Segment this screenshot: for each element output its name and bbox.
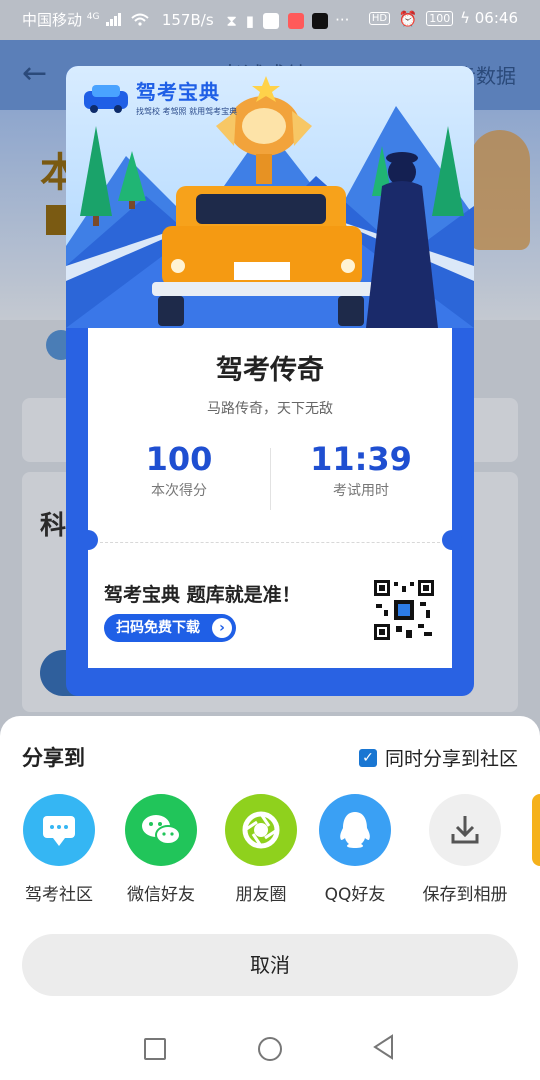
system-nav-bar bbox=[0, 1010, 540, 1080]
dashed-divider bbox=[100, 542, 440, 543]
battery-icon: 100 bbox=[426, 11, 454, 26]
score-label: 本次得分 bbox=[151, 483, 207, 499]
time-label: 考试用时 bbox=[333, 483, 389, 499]
brand-logo: 驾考宝典 找驾校 考驾照 就用驾考宝典 bbox=[82, 76, 237, 117]
result-panel: 驾考传奇 马路传奇，天下无敌 100 本次得分 11:39 考试用时 驾考宝典 … bbox=[88, 328, 452, 668]
share-target-community[interactable]: 驾考社区 bbox=[4, 794, 114, 905]
share-card: 驾考宝典 找驾校 考驾照 就用驾考宝典 驾考传奇 马路传奇，天下无敌 100 本… bbox=[66, 66, 474, 696]
share-target-partial[interactable] bbox=[532, 794, 540, 866]
network-speed: 157B/s bbox=[161, 11, 214, 29]
video-app-icon bbox=[287, 12, 304, 29]
score-value: 100 bbox=[145, 440, 213, 478]
tiktok-icon bbox=[312, 12, 329, 29]
community-icon[interactable] bbox=[23, 794, 95, 866]
background-section-title: 科 bbox=[40, 511, 67, 541]
scan-download-label: 扫码免费下载 bbox=[116, 620, 200, 636]
alert-icon: ▮ bbox=[245, 11, 254, 30]
brand-tagline: 找驾校 考驾照 就用驾考宝典 bbox=[136, 107, 238, 116]
chevron-right-icon: › bbox=[212, 618, 232, 638]
promo-text: 驾考宝典 题库就是准！ bbox=[104, 584, 301, 606]
back-arrow-icon: ← bbox=[22, 56, 48, 91]
score-stat: 100 本次得分 bbox=[88, 440, 270, 500]
ticket-notch bbox=[442, 530, 462, 550]
clock: 06:46 bbox=[474, 9, 518, 27]
alarm-icon: ⏰ bbox=[398, 9, 418, 28]
cancel-button[interactable]: 取消 bbox=[22, 934, 518, 996]
wechat-icon[interactable] bbox=[125, 794, 197, 866]
brand-name: 驾考宝典 bbox=[136, 80, 220, 104]
target-label: QQ好友 bbox=[324, 885, 386, 905]
time-value: 11:39 bbox=[310, 440, 412, 478]
hd-icon: HD bbox=[368, 12, 391, 25]
status-bar: 中国移动 4G 157B/s ⧗ ▮ ··· HD ⏰ 100 ϟ 06:46 bbox=[0, 0, 540, 38]
back-icon[interactable] bbox=[372, 1034, 396, 1060]
download-icon[interactable] bbox=[429, 794, 501, 866]
time-stat: 11:39 考试用时 bbox=[270, 440, 452, 500]
signal-icon bbox=[106, 12, 122, 30]
moments-icon[interactable] bbox=[225, 794, 297, 866]
target-label: 保存到相册 bbox=[422, 885, 508, 905]
app-notification-icon bbox=[262, 12, 279, 29]
achievement-title: 驾考传奇 bbox=[216, 355, 324, 386]
network-type: 4G bbox=[86, 12, 100, 22]
ticket-notch bbox=[78, 530, 98, 550]
recents-icon[interactable] bbox=[144, 1038, 166, 1060]
share-target-save[interactable]: 保存到相册 bbox=[410, 794, 520, 905]
trophy-icon bbox=[470, 130, 530, 250]
hourglass-icon: ⧗ bbox=[226, 11, 237, 30]
share-targets: 驾考社区 微信好友 朋友圈 QQ好友 保存到相册 bbox=[0, 794, 540, 914]
target-label: 驾考社区 bbox=[25, 885, 93, 905]
scan-download-button: 扫码免费下载 › bbox=[104, 614, 236, 642]
home-icon[interactable] bbox=[258, 1037, 282, 1061]
background-decoration bbox=[46, 205, 66, 235]
sync-community-label: 同时分享到社区 bbox=[384, 748, 518, 770]
share-target-qq[interactable]: QQ好友 bbox=[300, 794, 410, 905]
qq-icon[interactable] bbox=[319, 794, 391, 866]
charging-icon: ϟ bbox=[460, 9, 470, 27]
checkbox-checked-icon[interactable]: ✓ bbox=[358, 748, 377, 767]
target-label: 微信好友 bbox=[127, 885, 195, 905]
car-logo-icon bbox=[84, 84, 128, 113]
share-target-wechat[interactable]: 微信好友 bbox=[106, 794, 216, 905]
wifi-icon bbox=[131, 12, 149, 30]
carrier-label: 中国移动 bbox=[22, 11, 83, 29]
share-title: 分享到 bbox=[22, 746, 85, 770]
more-notifications-icon: ··· bbox=[335, 11, 350, 29]
achievement-subtitle: 马路传奇，天下无敌 bbox=[207, 401, 333, 417]
sync-community-option[interactable]: ✓ 同时分享到社区 bbox=[358, 744, 518, 771]
qr-code bbox=[374, 580, 434, 640]
